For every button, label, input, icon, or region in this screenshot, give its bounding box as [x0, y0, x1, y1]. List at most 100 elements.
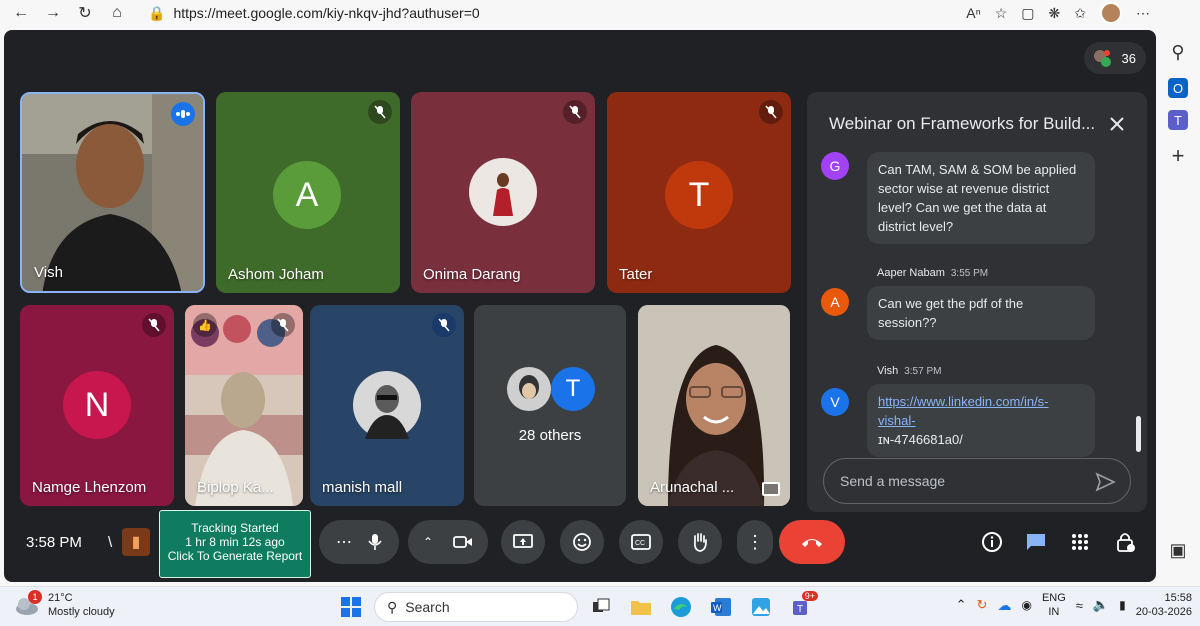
- activities-button[interactable]: [1066, 528, 1094, 556]
- tile-name: manish mall: [322, 479, 403, 496]
- temperature: 21°C: [48, 592, 73, 604]
- chat-message-input[interactable]: Send a message: [823, 458, 1131, 504]
- tile-vish[interactable]: Vish: [20, 92, 205, 293]
- forward-icon[interactable]: →: [42, 2, 64, 24]
- region: IN: [1048, 606, 1060, 618]
- chat-message: Can we get the pdf of the session??: [867, 286, 1095, 340]
- mic-options-icon[interactable]: ⋯: [336, 532, 352, 552]
- refresh-icon[interactable]: ↻: [74, 2, 96, 24]
- divider-glyph: \: [108, 534, 113, 551]
- sender-name: Vish: [877, 365, 899, 377]
- extensions-icon[interactable]: ❋: [1049, 5, 1061, 22]
- captions-button[interactable]: CC: [619, 520, 663, 564]
- search-icon[interactable]: ⚲: [1164, 38, 1192, 66]
- avatar: [469, 158, 537, 226]
- photos-icon[interactable]: [744, 591, 778, 623]
- tile-onima-darang[interactable]: Onima Darang: [411, 92, 595, 293]
- wifi-icon[interactable]: ≈: [1076, 598, 1083, 613]
- volume-icon[interactable]: 🔈: [1093, 597, 1109, 613]
- sidebar-toggle-icon[interactable]: ▣: [1164, 536, 1192, 564]
- avatar-initial: T: [565, 375, 581, 402]
- avatar: T: [551, 367, 595, 411]
- tracking-duration: 1 hr 8 min 12s ago: [185, 535, 285, 549]
- edge-browser-icon[interactable]: [664, 591, 698, 623]
- tile-ashom-joham[interactable]: A Ashom Joham: [216, 92, 400, 293]
- weather-widget[interactable]: 1 21°C Mostly cloudy: [14, 590, 115, 619]
- message-time: 3:57 PM: [904, 366, 942, 377]
- taskbar-apps: ⚲ Search W T 9+: [334, 591, 818, 623]
- mic-icon[interactable]: [368, 533, 382, 551]
- edge-sidebar: ⚲ O T + ▣: [1156, 26, 1200, 582]
- tile-arunachal[interactable]: Arunachal ...: [638, 305, 790, 506]
- captions-icon: CC: [631, 534, 651, 550]
- time: 15:58: [1164, 592, 1192, 604]
- tile-manish-mall[interactable]: manish mall: [310, 305, 464, 506]
- picture-in-picture-icon[interactable]: [762, 482, 780, 496]
- chevron-up-icon[interactable]: ⌃: [956, 597, 967, 613]
- present-button[interactable]: [501, 520, 545, 564]
- send-icon[interactable]: [1094, 471, 1116, 493]
- tile-tater[interactable]: T Tater: [607, 92, 791, 293]
- back-icon[interactable]: ←: [10, 2, 32, 24]
- end-call-icon: [802, 539, 822, 547]
- more-options-button[interactable]: ⋮: [737, 520, 773, 564]
- meeting-details-button[interactable]: [978, 528, 1006, 556]
- extension-icon[interactable]: ▮: [122, 528, 150, 556]
- search-icon: ⚲: [387, 598, 398, 615]
- avatar: N: [63, 371, 131, 439]
- taskbar-search[interactable]: ⚲ Search: [374, 592, 578, 622]
- teams-icon[interactable]: T 9+: [784, 591, 818, 623]
- tile-others[interactable]: T 28 others: [474, 305, 626, 506]
- clock[interactable]: 15:58 20-03-2026: [1136, 591, 1192, 619]
- chat-message: Can TAM, SAM & SOM be applied sector wis…: [867, 152, 1095, 244]
- avatar-initial: T: [688, 175, 710, 214]
- reactions-button[interactable]: [560, 520, 604, 564]
- avatar: G: [821, 152, 849, 180]
- system-tray: ⌃ ↻ ☁ ◉ ENG IN ≈ 🔈 ▮ 15:58 20-03-2026: [956, 591, 1192, 619]
- battery-icon[interactable]: ▮: [1119, 598, 1126, 612]
- meeting-time: 3:58 PM: [26, 534, 82, 551]
- favorites-icon[interactable]: ✩: [1074, 5, 1086, 22]
- date: 20-03-2026: [1135, 606, 1192, 618]
- participants-icon: [1094, 50, 1111, 67]
- leave-call-button[interactable]: [779, 520, 845, 564]
- task-view-icon[interactable]: [584, 591, 618, 623]
- language-indicator[interactable]: ENG IN: [1042, 591, 1066, 619]
- raise-hand-button[interactable]: [678, 520, 722, 564]
- present-screen-icon: [513, 534, 533, 548]
- close-icon[interactable]: [1105, 112, 1129, 136]
- tile-name: Arunachal ...: [650, 479, 735, 496]
- camera-icon[interactable]: ▢: [1021, 5, 1034, 22]
- file-explorer-icon[interactable]: [624, 591, 658, 623]
- chat-button[interactable]: [1022, 528, 1050, 556]
- read-aloud-icon[interactable]: Aⁿ: [966, 5, 980, 21]
- profile-avatar[interactable]: [1100, 2, 1122, 24]
- mic-off-icon: [368, 100, 392, 124]
- home-icon[interactable]: ⌂: [106, 2, 128, 24]
- tile-namge-lhenzom[interactable]: N Namge Lhenzom: [20, 305, 174, 506]
- tracking-status: Tracking Started: [191, 521, 279, 535]
- thumbs-up-icon: 👍: [193, 313, 217, 337]
- teams-icon[interactable]: T: [1168, 110, 1188, 130]
- tile-biplop[interactable]: 👍 Biplop Ka...: [185, 305, 303, 506]
- participants-button[interactable]: 36: [1084, 42, 1146, 74]
- windows-start-icon[interactable]: [334, 591, 368, 623]
- word-icon[interactable]: W: [704, 591, 738, 623]
- avatar: [507, 367, 551, 411]
- sync-icon[interactable]: ↻: [977, 597, 988, 613]
- outlook-icon[interactable]: O: [1168, 78, 1188, 98]
- chevron-up-icon[interactable]: ⌃: [423, 535, 433, 549]
- generate-report-button[interactable]: Tracking Started 1 hr 8 min 12s ago Clic…: [159, 510, 311, 578]
- host-controls-button[interactable]: [1112, 528, 1140, 556]
- profile-link[interactable]: https://www.linkedin.com/in/s-vishal-: [878, 394, 1049, 428]
- browser-actions: Aⁿ ☆ ▢ ❋ ✩ ⋯: [966, 2, 1150, 24]
- onedrive-cloud-icon[interactable]: ☁: [997, 597, 1011, 614]
- more-icon[interactable]: ⋯: [1136, 5, 1150, 22]
- add-icon[interactable]: +: [1164, 142, 1192, 170]
- chat-scrollbar[interactable]: [1136, 416, 1141, 452]
- address-bar[interactable]: 🔒 https://meet.google.com/kiy-nkqv-jhd?a…: [148, 5, 480, 22]
- avatar-initial: A: [830, 294, 840, 310]
- microphone-icon[interactable]: ◉: [1021, 598, 1031, 612]
- camera-icon[interactable]: [453, 535, 473, 549]
- favorite-star-icon[interactable]: ☆: [995, 5, 1008, 22]
